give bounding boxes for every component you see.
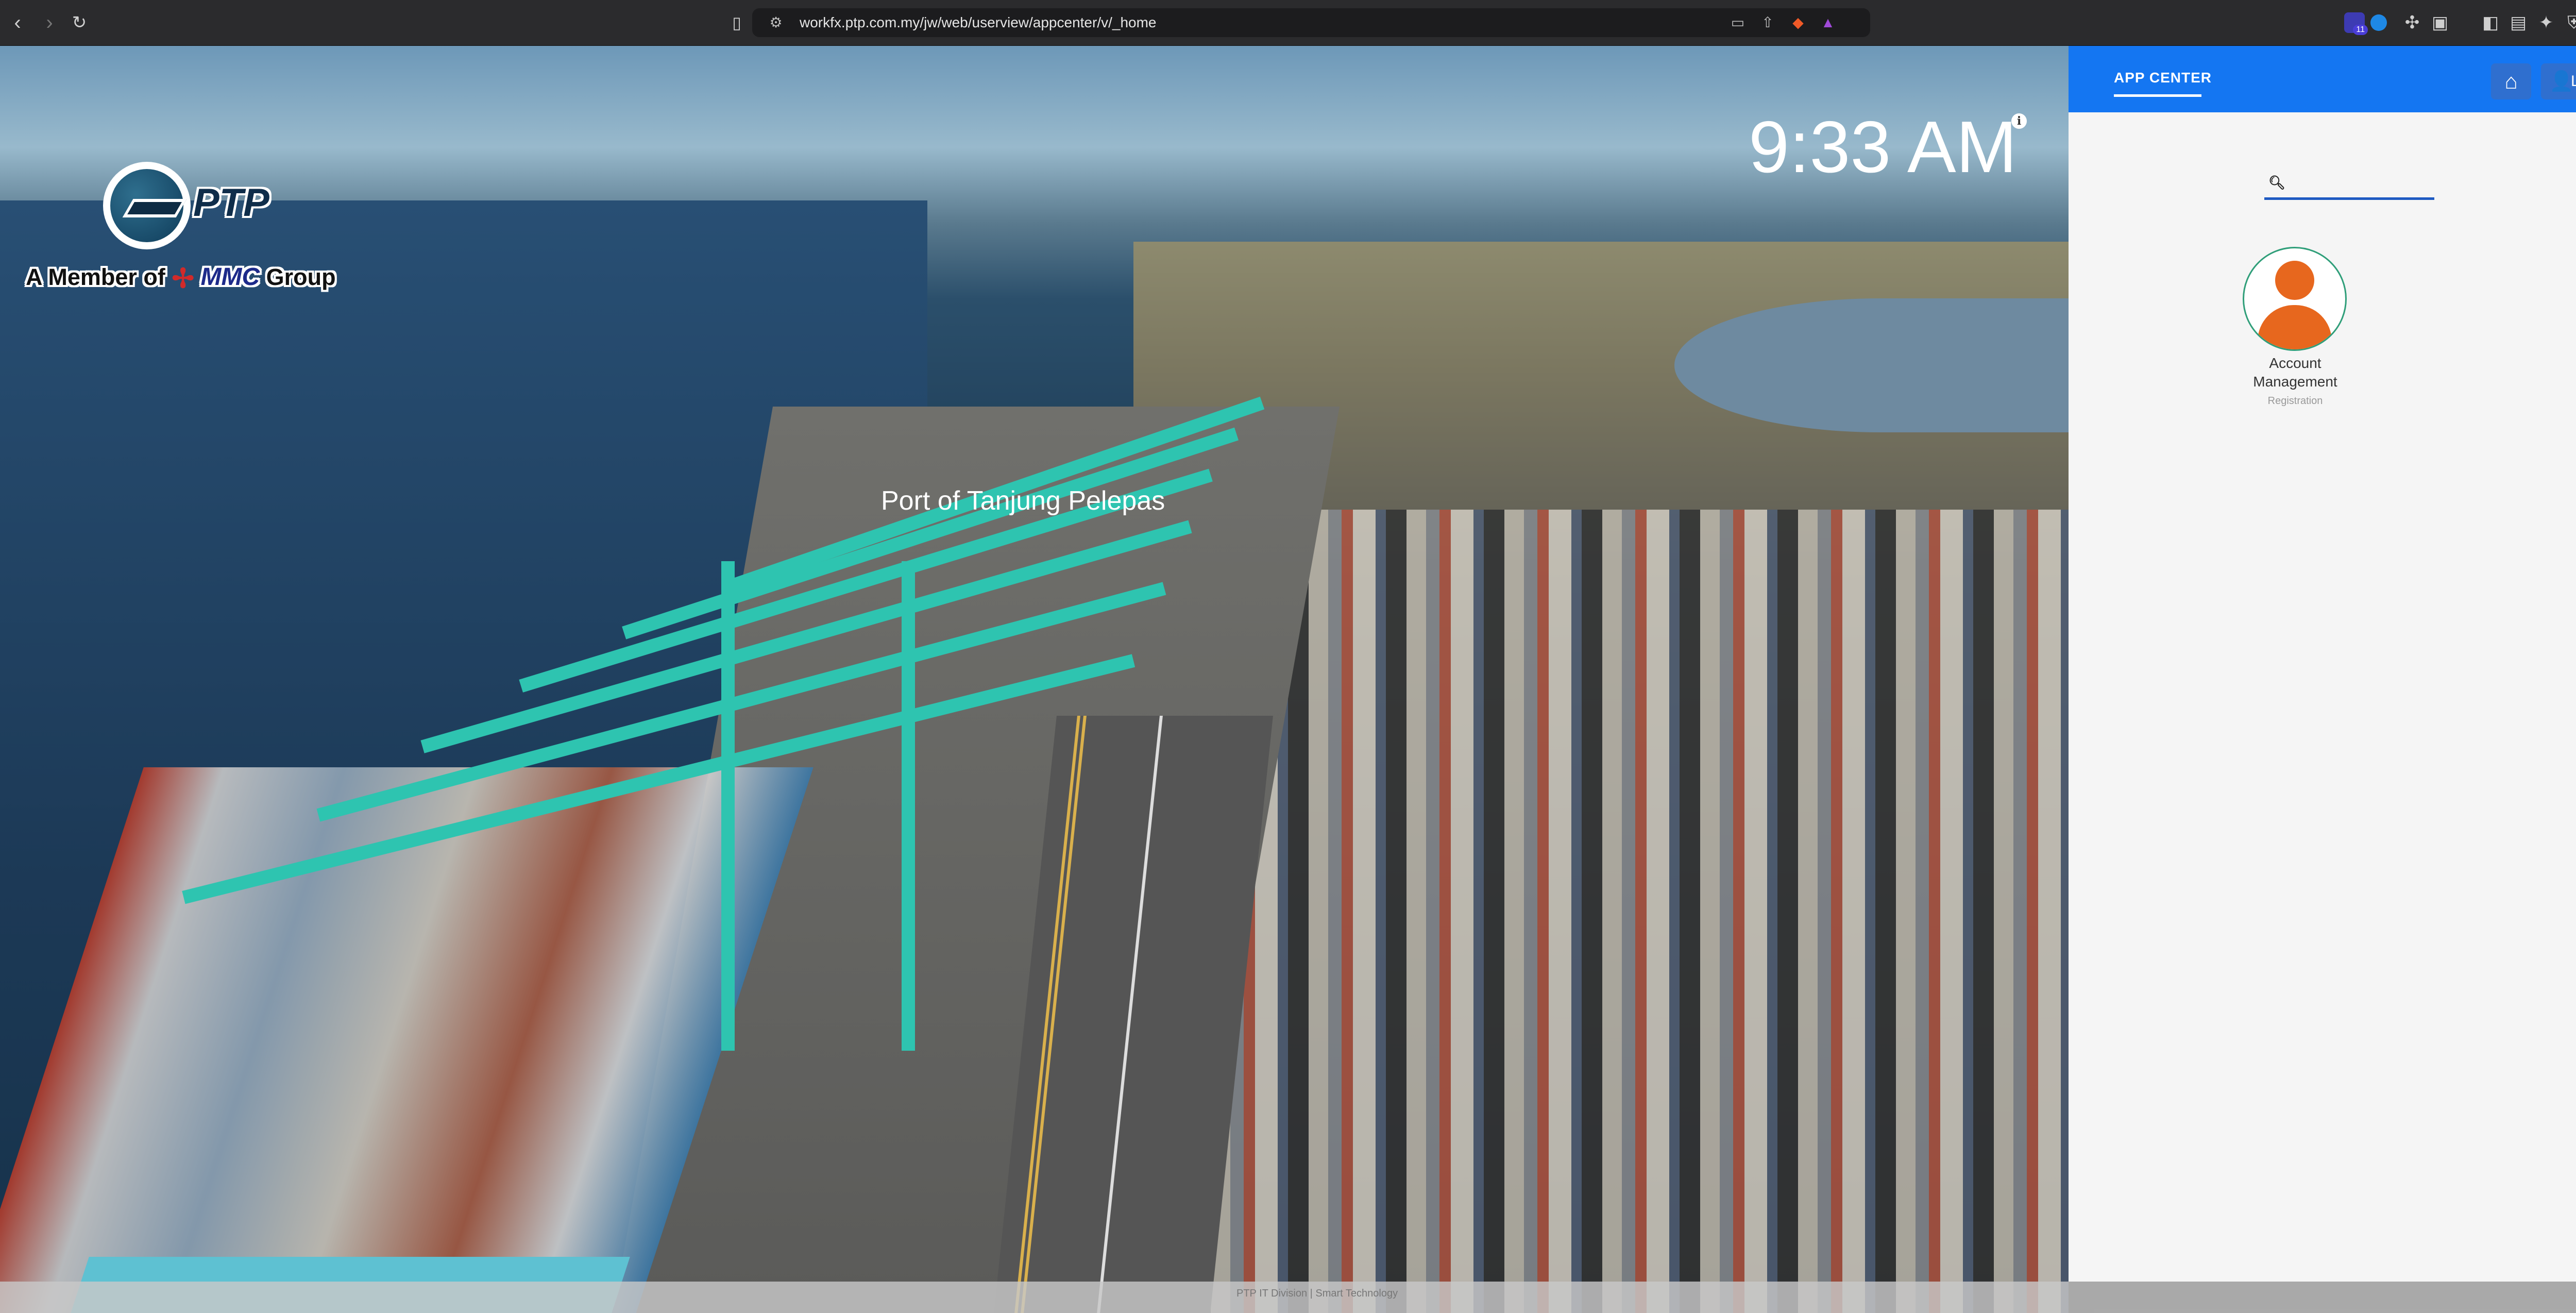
site-settings-icon[interactable]: ⚙: [767, 13, 785, 32]
user-icon: [2243, 247, 2347, 351]
member-tagline: A Member of ✢ MMC Group: [26, 263, 336, 294]
app-subtitle: Registration: [2267, 395, 2323, 407]
share-icon[interactable]: ⇧: [1758, 13, 1777, 32]
info-icon[interactable]: i: [2011, 113, 2027, 129]
home-button[interactable]: ⌂: [2491, 63, 2531, 99]
ptp-logo: PTP A Member of ✢ MMC Group: [26, 162, 366, 306]
chevron-right-icon: ›: [46, 11, 53, 34]
search-field[interactable]: 🔍︎: [2264, 167, 2434, 200]
reload-button[interactable]: ↻: [66, 9, 93, 36]
wallet-icon[interactable]: ▤: [2507, 11, 2530, 34]
leo-ai-icon[interactable]: ✦: [2535, 11, 2557, 34]
app-center-header: APP CENTER ⌂ 👤 Login: [2069, 46, 2576, 112]
group-suffix: Group: [266, 264, 336, 290]
search-input[interactable]: [2288, 172, 2429, 193]
footer-bar: PTP IT Division | Smart Technology: [0, 1282, 2576, 1313]
login-button[interactable]: 👤 Login: [2541, 63, 2576, 99]
home-icon: ⌂: [2504, 69, 2518, 93]
road-line: [1097, 716, 1163, 1313]
mmc-icon: ✢: [172, 264, 194, 294]
app-tile-account-management[interactable]: Account Management Registration: [2233, 247, 2357, 417]
brave-shields-icon[interactable]: ◆: [1789, 13, 1807, 32]
bookmark-button[interactable]: ▯: [723, 9, 750, 36]
address-bar[interactable]: ⚙ workfx.ptp.com.my/jw/web/userview/appc…: [752, 8, 1870, 37]
vpn-icon[interactable]: ⛨: [2563, 11, 2576, 34]
place-label: Port of Tanjung Pelepas: [881, 486, 1165, 516]
cast-icon[interactable]: ▭: [1728, 13, 1747, 32]
extension-2-icon[interactable]: [2370, 14, 2387, 31]
ptp-wordmark: PTP: [193, 181, 269, 225]
url-text[interactable]: workfx.ptp.com.my/jw/web/userview/appcen…: [800, 8, 1157, 37]
user-icon: 👤: [2549, 71, 2574, 92]
ptp-emblem-icon: [103, 162, 191, 249]
crane-leg: [721, 561, 735, 1051]
container-stacks-image: [1211, 510, 2069, 1313]
screenshot-icon[interactable]: ▣: [2429, 11, 2451, 34]
tab-underline: [2114, 94, 2201, 97]
member-prefix: A Member of: [26, 264, 165, 290]
puzzle-icon[interactable]: ✣: [2401, 11, 2424, 34]
search-icon: 🔍︎: [2268, 175, 2286, 190]
back-button[interactable]: ‹: [4, 9, 31, 36]
mmc-wordmark: MMC: [200, 263, 260, 291]
tab-app-center[interactable]: APP CENTER: [2114, 70, 2212, 86]
forward-button[interactable]: ›: [36, 9, 63, 36]
reload-icon: ↻: [72, 13, 87, 32]
chevron-left-icon: ‹: [14, 11, 21, 34]
app-center-panel: APP CENTER ⌂ 👤 Login 🔍︎ Account Manageme…: [2069, 46, 2576, 1282]
extension-badge: 11: [2353, 25, 2368, 35]
login-label: Login: [2571, 73, 2576, 90]
hero-background: PTP A Member of ✢ MMC Group Port of Tanj…: [0, 46, 2069, 1313]
footer-text: PTP IT Division | Smart Technology: [1236, 1288, 1398, 1299]
app-name: Account Management: [2253, 355, 2337, 390]
crane-leg: [902, 561, 915, 1051]
clock: 9:33 AM: [1749, 106, 2017, 188]
sidebar-icon[interactable]: ◧: [2479, 11, 2502, 34]
bookmark-icon: ▯: [732, 13, 741, 32]
extension-icon[interactable]: 11: [2344, 12, 2368, 35]
lake-image: [1674, 298, 2069, 432]
brave-rewards-icon[interactable]: ▲: [1819, 13, 1837, 32]
browser-toolbar: ‹ › ↻ ▯ ⚙ workfx.ptp.com.my/jw/web/userv…: [0, 0, 2576, 46]
